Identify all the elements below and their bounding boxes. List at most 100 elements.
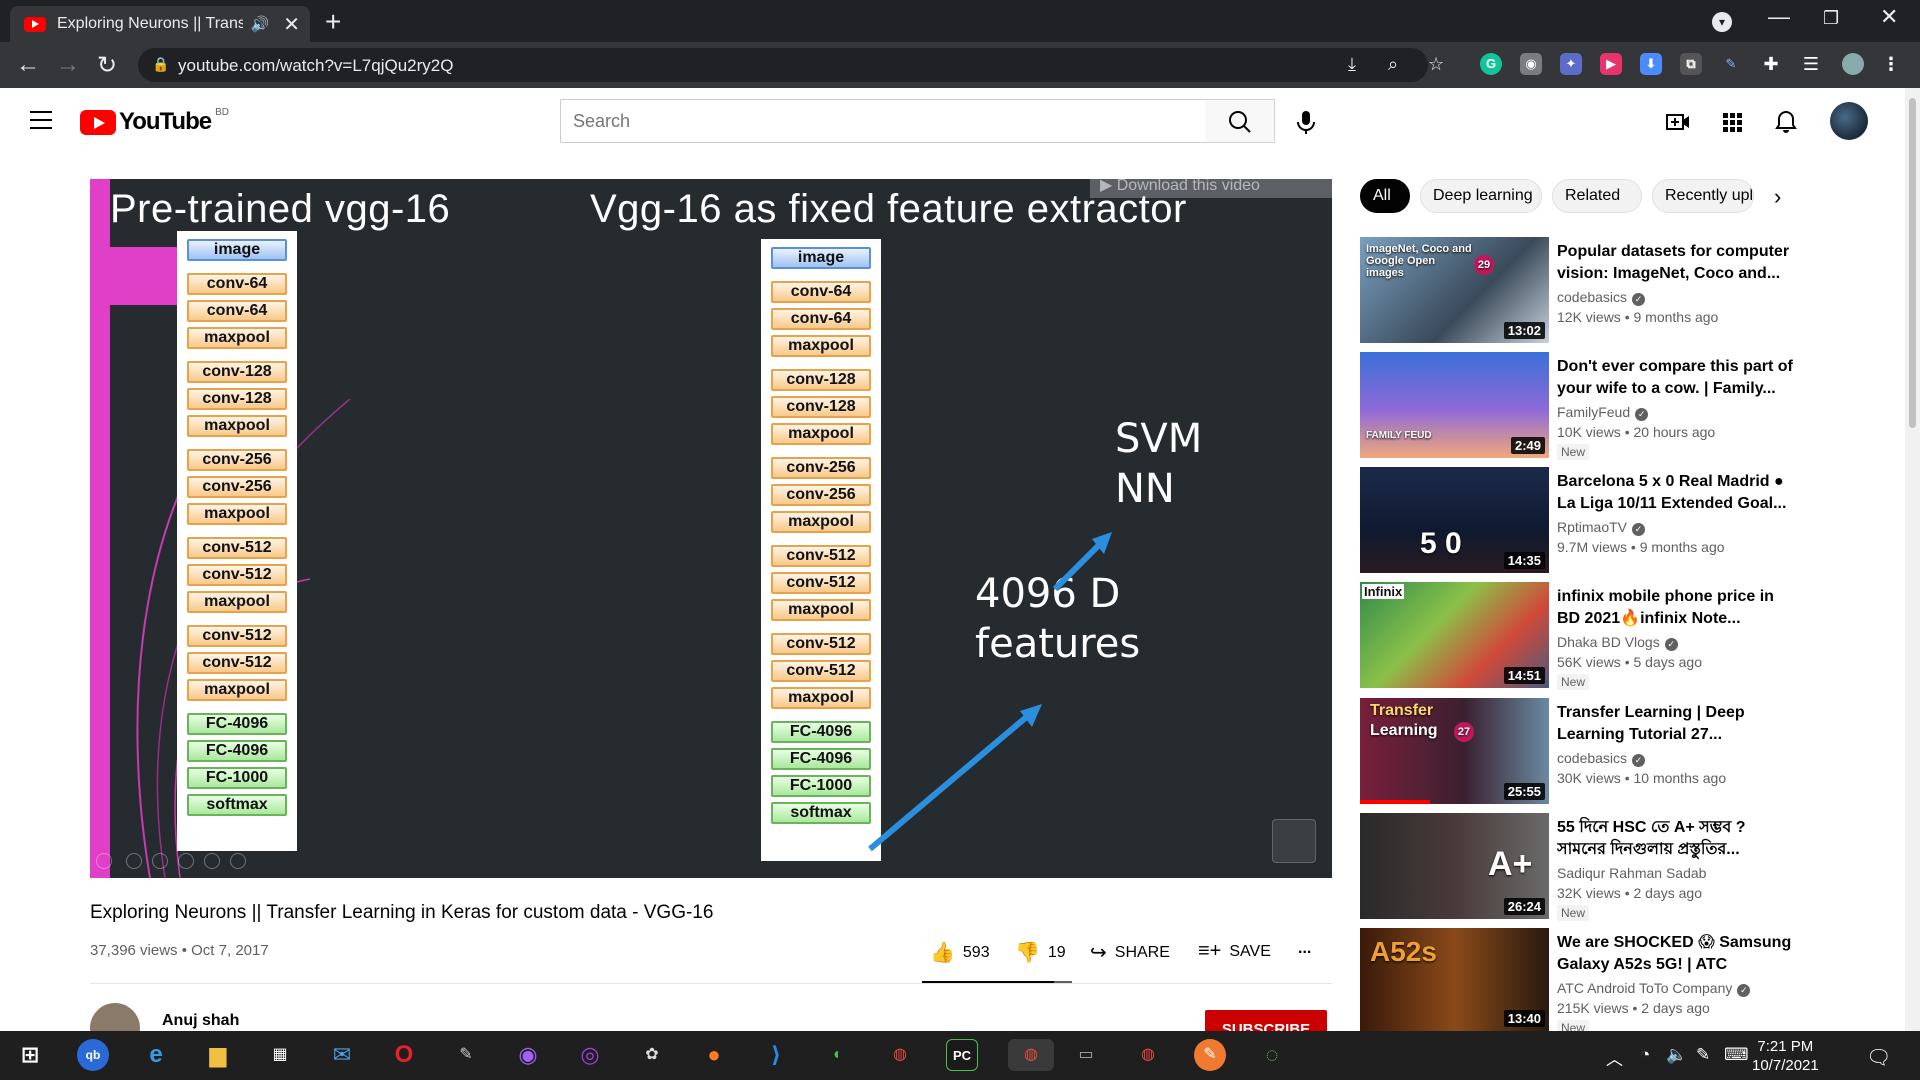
dislike-button[interactable]: 👎 19	[1015, 940, 1066, 965]
voice-search-icon[interactable]	[1287, 103, 1325, 141]
search-button[interactable]	[1205, 99, 1275, 143]
reload-icon[interactable]: ↻	[97, 51, 117, 80]
recommendation-channel[interactable]: Dhaka BD Vlogs ✓	[1557, 634, 1678, 651]
like-button[interactable]: 👍 593	[930, 940, 990, 965]
address-bar[interactable]: 🔒 youtube.com/watch?v=L7qjQu2ry2Q ⤓ ⌕ ☆	[138, 48, 1444, 82]
video-thumbnail[interactable]: 5 0 14:35	[1360, 467, 1549, 573]
install-icon[interactable]: ⤓	[1348, 54, 1356, 75]
vscode-icon[interactable]: ⟩	[760, 1039, 792, 1071]
pen-extension-icon[interactable]: ✎	[1720, 53, 1742, 75]
volume-icon[interactable]: 🔈	[1666, 1045, 1687, 1065]
channel-text[interactable]: ATC Android ToTo Company	[1557, 980, 1732, 996]
grammarly-extension-icon[interactable]: G	[1480, 53, 1502, 75]
account-avatar[interactable]	[1830, 102, 1868, 140]
tab-close-icon[interactable]: ✕	[283, 12, 300, 37]
store-icon[interactable]: ▦	[264, 1039, 296, 1071]
extensions-puzzle-icon[interactable]: ✚	[1760, 53, 1782, 75]
app-icon-10[interactable]: ✿	[636, 1039, 668, 1071]
chrome-menu-icon[interactable]: ⋮	[1880, 53, 1902, 75]
mail-icon[interactable]: ✉	[326, 1039, 358, 1071]
tray-chevron-icon[interactable]: ︿	[1606, 1045, 1623, 1070]
recommendation-item[interactable]: Transfer Learning 27 25:55 Transfer Lear…	[1360, 698, 1880, 804]
recommendation-item[interactable]: A52s 13:40 We are SHOCKED 😱 Samsung Gala…	[1360, 928, 1880, 1031]
player-control-search-icon[interactable]	[204, 853, 220, 869]
search-input[interactable]	[561, 100, 1205, 142]
app-icon-19[interactable]: ✎	[1194, 1039, 1226, 1071]
channel-watermark[interactable]	[1272, 819, 1316, 863]
video-thumbnail[interactable]: ImageNet, Coco and Google Open images 29…	[1360, 237, 1549, 343]
recommendation-item[interactable]: 5 0 14:35 Barcelona 5 x 0 Real Madrid ● …	[1360, 467, 1880, 573]
keyboard-icon[interactable]: ⌨	[1724, 1045, 1749, 1065]
channel-text[interactable]: Sadiqur Rahman Sadab	[1557, 865, 1706, 881]
menu-icon[interactable]	[30, 111, 52, 129]
media-control-icon[interactable]: ☰	[1800, 53, 1822, 75]
forward-icon[interactable]: →	[56, 51, 80, 79]
chip-recently-uploaded[interactable]: Recently uploaded	[1652, 179, 1754, 213]
firefox-icon[interactable]: ●	[698, 1039, 730, 1071]
minimize-icon[interactable]: —	[1768, 4, 1790, 30]
video-thumbnail[interactable]: Transfer Learning 27 25:55	[1360, 698, 1549, 804]
player-control-more-icon[interactable]	[230, 853, 246, 869]
recommendation-title[interactable]: Transfer Learning | Deep Learning Tutori…	[1557, 702, 1793, 746]
download-video-badge[interactable]: ▶ Download this video	[1090, 179, 1332, 198]
url-text[interactable]: youtube.com/watch?v=L7qjQu2ry2Q	[178, 56, 453, 76]
chip-all[interactable]: All	[1360, 179, 1410, 213]
edge-icon[interactable]: e	[140, 1039, 172, 1071]
youtube-logo[interactable]: YouTube BD	[80, 107, 229, 136]
restore-icon[interactable]: ❐	[1823, 8, 1839, 29]
channel-text[interactable]: Dhaka BD Vlogs	[1557, 634, 1660, 650]
app-icon-20[interactable]: ◌	[1256, 1039, 1288, 1071]
recommendation-item[interactable]: A+ 26:24 55 দিনে HSC তে A+ সম্ভব ? সামনে…	[1360, 813, 1880, 921]
channel-text[interactable]: RptimaoTV	[1557, 519, 1627, 535]
chrome-active-icon[interactable]: ◍	[1008, 1039, 1054, 1071]
chrome-icon[interactable]: ◍	[884, 1039, 916, 1071]
video-thumbnail[interactable]: Infinix 14:51	[1360, 582, 1549, 688]
recommendation-title[interactable]: infinix mobile phone price in BD 2021🔥in…	[1557, 586, 1793, 630]
download-badge-text[interactable]: Download this video	[1117, 179, 1260, 194]
player-control-pen-icon[interactable]	[152, 853, 168, 869]
qbittorrent-icon[interactable]: qb	[77, 1039, 109, 1071]
channel-text[interactable]: codebasics	[1557, 289, 1627, 305]
player-control-play-icon[interactable]	[126, 853, 142, 869]
create-video-icon[interactable]	[1664, 108, 1692, 136]
new-tab-icon[interactable]: +	[325, 6, 341, 38]
video-thumbnail[interactable]: FAMILY FEUD 2:49	[1360, 352, 1549, 458]
channel-text[interactable]: FamilyFeud	[1557, 404, 1630, 420]
chevron-right-icon[interactable]: ›	[1774, 184, 1781, 210]
share-button[interactable]: ↪ SHARE	[1090, 940, 1170, 965]
extension-icon-6[interactable]: ⧉	[1680, 53, 1702, 75]
windows-start-icon[interactable]: ⊞	[14, 1039, 46, 1071]
messenger-icon[interactable]: ◉	[512, 1039, 544, 1071]
notifications-bell-icon[interactable]	[1772, 108, 1800, 136]
recommendation-item[interactable]: Infinix 14:51 infinix mobile phone price…	[1360, 582, 1880, 690]
recommendation-channel[interactable]: codebasics ✓	[1557, 750, 1646, 767]
window-close-icon[interactable]: ✕	[1880, 4, 1898, 30]
recommendation-channel[interactable]: codebasics ✓	[1557, 289, 1646, 306]
save-button[interactable]: ≡+ SAVE	[1198, 940, 1271, 963]
recommendation-title[interactable]: Barcelona 5 x 0 Real Madrid ● La Liga 10…	[1557, 471, 1793, 515]
pycharm-icon[interactable]: PC	[946, 1039, 978, 1071]
video-thumbnail[interactable]: A52s 13:40	[1360, 928, 1549, 1031]
camera-extension-icon[interactable]: ◉	[1520, 53, 1542, 75]
chrome-profile-icon[interactable]: ◍	[1132, 1039, 1164, 1071]
recommendation-title[interactable]: We are SHOCKED 😱 Samsung Galaxy A52s 5G!…	[1557, 932, 1793, 976]
chip-related[interactable]: Related	[1552, 179, 1642, 213]
zoom-icon[interactable]: ⌕	[1388, 54, 1398, 75]
extension-icon-3[interactable]: ✦	[1560, 53, 1582, 75]
terminal-icon[interactable]: ▭	[1070, 1039, 1102, 1071]
tab-audio-icon[interactable]: 🔊	[251, 15, 270, 33]
bookmark-star-icon[interactable]: ☆	[1428, 54, 1444, 75]
notifications-icon[interactable]: 🗨	[1866, 1045, 1891, 1070]
channel-text[interactable]: codebasics	[1557, 750, 1627, 766]
player-control-copy-icon[interactable]	[178, 853, 194, 869]
back-icon[interactable]: ←	[16, 51, 40, 79]
tab-search-icon[interactable]: ▾	[1712, 12, 1732, 32]
file-explorer-icon[interactable]: ▆	[202, 1039, 234, 1071]
apps-grid-icon[interactable]	[1718, 108, 1746, 136]
recommendation-title[interactable]: Don't ever compare this part of your wif…	[1557, 356, 1793, 400]
opera-icon[interactable]: O	[388, 1039, 420, 1071]
app-icon-7[interactable]: ✎	[450, 1039, 482, 1071]
recommendation-channel[interactable]: Sadiqur Rahman Sadab	[1557, 865, 1706, 881]
browser-tab[interactable]: Exploring Neurons || Transfer 🔊 ✕	[10, 6, 310, 42]
pen-tray-icon[interactable]: ✎	[1696, 1045, 1710, 1065]
